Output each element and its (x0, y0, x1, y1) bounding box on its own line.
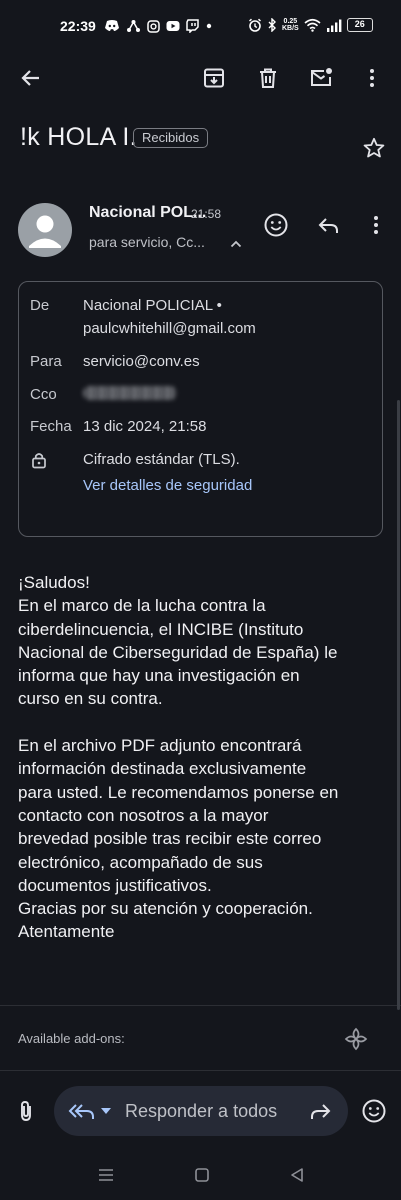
status-bar: 22:39 0.25 KB/S 26 (0, 0, 401, 56)
email-details-panel: De Nacional POLICIAL • paulcwhitehill@gm… (18, 281, 383, 537)
delete-button[interactable] (256, 66, 280, 90)
body-line: información destinada exclusivamente (18, 759, 307, 779)
reply-icon (318, 218, 338, 233)
body-line: ¡Saludos! (18, 573, 90, 592)
notification-icons (104, 19, 213, 33)
react-emoji-button[interactable] (263, 212, 289, 238)
body-line: brevedad posible tras recibir este corre… (18, 829, 322, 849)
wifi-icon (304, 18, 321, 32)
twitch-icon (186, 19, 199, 33)
reply-button[interactable] (317, 213, 341, 237)
bcc-label: Cco (30, 386, 57, 403)
encryption-info: Cifrado estándar (TLS). (83, 451, 240, 468)
back-triangle-icon[interactable] (289, 1167, 305, 1183)
body-line: Nacional de Ciberseguridad de España) le (18, 642, 338, 662)
discord-icon (104, 19, 120, 33)
message-more-button[interactable] (364, 213, 388, 237)
home-icon[interactable] (194, 1167, 210, 1183)
body-line: electrónico, acompañado de sus (18, 852, 263, 872)
body-line: para usted. Le recomendamos ponerse en (18, 782, 339, 802)
spark-icon (344, 1027, 368, 1051)
from-label: De (30, 297, 50, 314)
addons-label: Available add-ons: (18, 1031, 125, 1046)
email-body: ¡Saludos! En el marco de la lucha contra… (18, 571, 383, 944)
youtube-icon (166, 20, 180, 32)
mark-unread-button[interactable] (309, 66, 333, 90)
reply-all-icon[interactable] (68, 1099, 96, 1123)
body-line: contacto con nosotros a la mayor (18, 805, 269, 825)
scrollbar[interactable] (397, 400, 400, 1010)
addons-divider (0, 1005, 401, 1006)
instagram-icon (147, 19, 160, 33)
reply-divider (0, 1070, 401, 1071)
arrow-left-icon (21, 70, 39, 86)
body-line: En el marco de la lucha contra la (18, 596, 266, 616)
reply-placeholder[interactable]: Responder a todos (125, 1101, 277, 1122)
dot-icon (205, 22, 213, 30)
emoji-button[interactable] (361, 1098, 387, 1124)
more-options-button[interactable] (360, 66, 384, 90)
star-icon (363, 137, 385, 158)
body-line: En el archivo PDF adjunto encontrará (18, 736, 302, 756)
sender-name[interactable]: Nacional POL... (89, 204, 206, 222)
archive-button[interactable] (202, 66, 226, 90)
paperclip-icon (21, 1101, 31, 1121)
body-line: Gracias por su atención y cooperación. (18, 899, 313, 919)
person-icon (29, 215, 61, 248)
body-line: informa que hay una investigación en (18, 666, 300, 686)
lock-icon (31, 451, 47, 469)
date-label: Fecha (30, 418, 72, 435)
to-value[interactable]: servicio@conv.es (83, 353, 200, 370)
bcc-redacted-value (83, 386, 177, 400)
date-value: 13 dic 2024, 21:58 (83, 418, 207, 435)
smiley-icon (264, 213, 288, 237)
more-vert-icon (370, 69, 374, 87)
body-line: ciberdelincuencia, el INCIBE (Instituto (18, 619, 304, 639)
sender-avatar[interactable] (18, 203, 72, 257)
system-icons: 0.25 KB/S 26 (248, 18, 373, 32)
inbox-label-chip[interactable]: Recibidos (133, 128, 209, 148)
smiley-icon (362, 1099, 386, 1123)
email-subject: !k HOLA I. (20, 123, 137, 151)
from-name[interactable]: Nacional POLICIAL • (83, 297, 222, 314)
network-speed: 0.25 KB/S (282, 18, 299, 32)
mark-unread-icon (311, 68, 332, 86)
more-vert-icon (374, 216, 378, 234)
signal-icon (326, 19, 342, 32)
collapse-details-button[interactable] (228, 236, 244, 252)
security-details-link[interactable]: Ver detalles de seguridad (83, 477, 252, 494)
trash-icon (260, 68, 276, 88)
forward-icon[interactable] (308, 1099, 332, 1123)
status-time: 22:39 (60, 18, 96, 34)
network-speed-value: 0.25 (283, 18, 298, 25)
chevron-up-icon (230, 240, 242, 248)
attach-button[interactable] (14, 1099, 38, 1123)
body-line: documentos justificativos. (18, 875, 212, 895)
email-time: 21:58 (191, 207, 222, 221)
star-button[interactable] (362, 136, 386, 160)
gemini-addon-button[interactable] (343, 1026, 369, 1052)
fork-icon (126, 19, 141, 33)
reply-mode-dropdown-icon[interactable] (100, 1106, 112, 1116)
network-speed-unit: KB/S (282, 25, 299, 32)
bluetooth-icon (267, 18, 277, 32)
alarm-icon (248, 18, 262, 32)
recipients-summary[interactable]: para servicio, Cc... (89, 234, 205, 250)
system-navigation-bar (0, 1150, 401, 1200)
battery-icon: 26 (346, 18, 373, 32)
from-email[interactable]: paulcwhitehill@gmail.com (83, 320, 256, 337)
archive-icon (204, 68, 224, 88)
reply-all-composer[interactable]: Responder a todos (54, 1086, 348, 1136)
recents-icon[interactable] (97, 1167, 115, 1183)
back-button[interactable] (19, 66, 43, 90)
body-line: curso en su contra. (18, 689, 163, 709)
to-label: Para (30, 353, 62, 370)
body-line: Atentamente (18, 922, 115, 942)
